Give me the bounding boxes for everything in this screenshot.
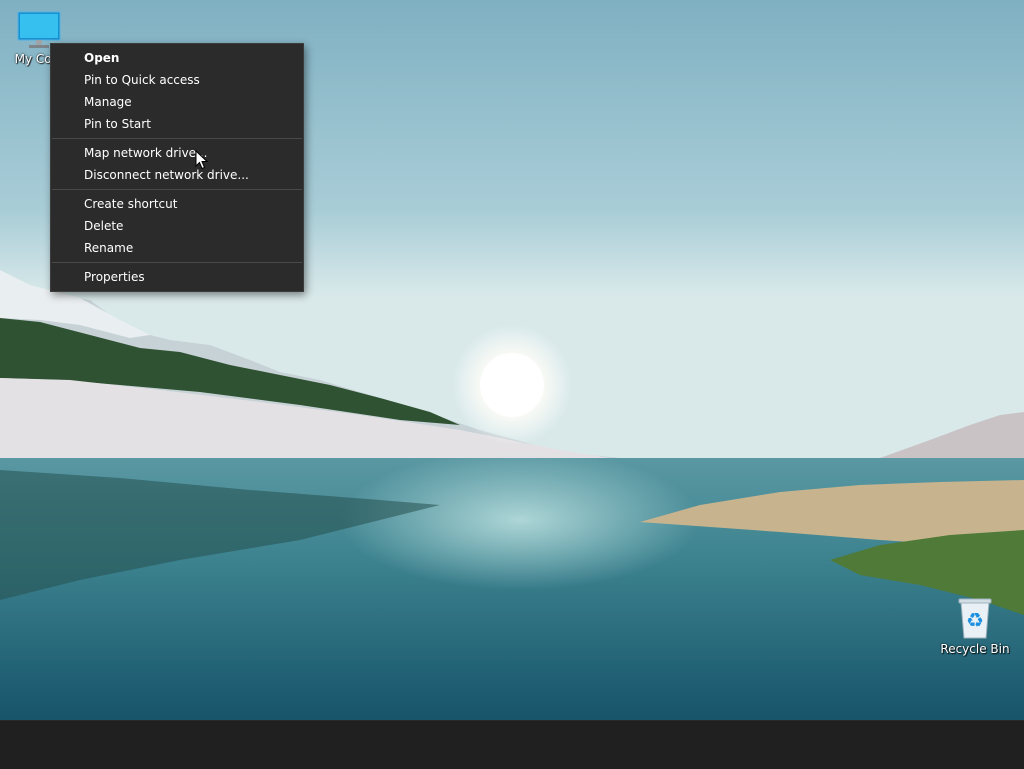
menu-item-pin-start[interactable]: Pin to Start bbox=[51, 113, 303, 135]
menu-item-delete[interactable]: Delete bbox=[51, 215, 303, 237]
menu-separator bbox=[52, 138, 302, 139]
menu-item-disconnect-network-drive[interactable]: Disconnect network drive... bbox=[51, 164, 303, 186]
menu-item-pin-quick-access[interactable]: Pin to Quick access bbox=[51, 69, 303, 91]
menu-item-open[interactable]: Open bbox=[51, 47, 303, 69]
menu-item-manage[interactable]: Manage bbox=[51, 91, 303, 113]
menu-item-map-network-drive[interactable]: Map network drive... bbox=[51, 142, 303, 164]
desktop-icon-label: Recycle Bin bbox=[940, 642, 1010, 656]
menu-group-properties: Properties bbox=[51, 266, 303, 288]
menu-item-properties[interactable]: Properties bbox=[51, 266, 303, 288]
menu-separator bbox=[52, 262, 302, 263]
menu-separator bbox=[52, 189, 302, 190]
menu-item-create-shortcut[interactable]: Create shortcut bbox=[51, 193, 303, 215]
svg-text:♻: ♻ bbox=[966, 608, 984, 632]
arrow-cursor-icon bbox=[195, 150, 209, 170]
context-menu: Open Pin to Quick access Manage Pin to S… bbox=[50, 43, 304, 292]
menu-group-network: Map network drive... Disconnect network … bbox=[51, 142, 303, 186]
desktop-icon-recycle-bin[interactable]: ♻ Recycle Bin bbox=[936, 596, 1014, 657]
recycle-bin-icon: ♻ bbox=[958, 598, 992, 639]
menu-item-rename[interactable]: Rename bbox=[51, 237, 303, 259]
taskbar[interactable] bbox=[0, 720, 1024, 769]
menu-group-open: Open Pin to Quick access Manage Pin to S… bbox=[51, 47, 303, 135]
menu-group-edit: Create shortcut Delete Rename bbox=[51, 193, 303, 259]
